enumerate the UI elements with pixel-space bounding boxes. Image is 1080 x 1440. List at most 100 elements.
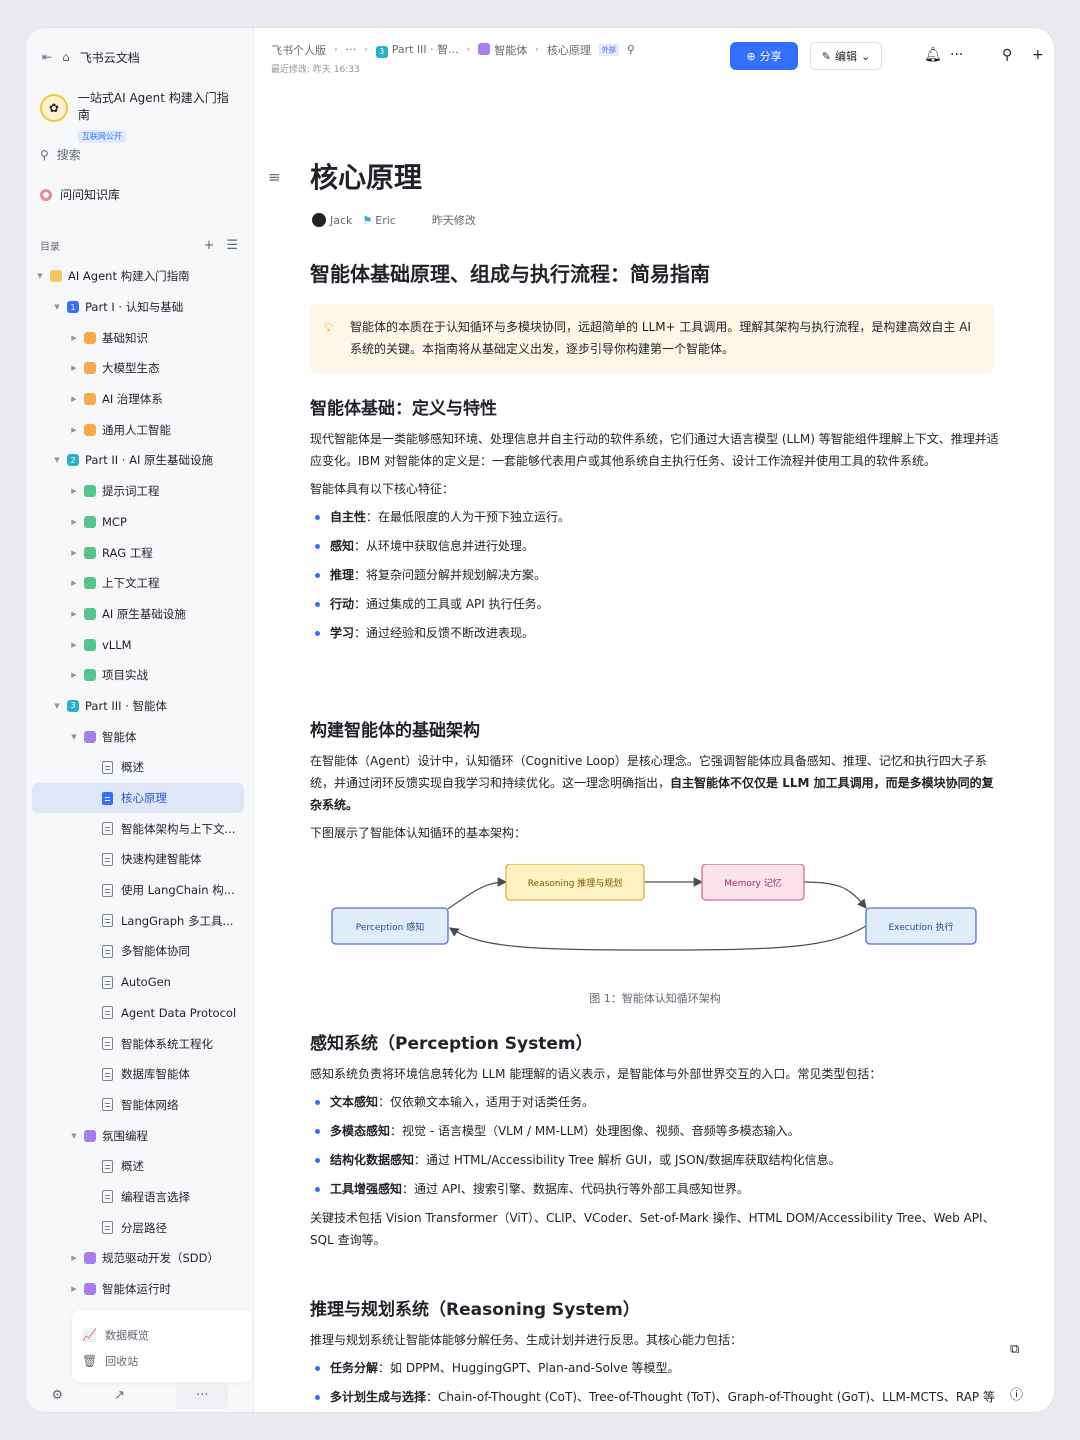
- trash-link[interactable]: 🗑 回收站: [82, 1348, 242, 1374]
- sidebar-tree-item[interactable]: ▶使用 LangChain 构...: [32, 875, 244, 906]
- sidebar-tree-item[interactable]: ▶LangGraph 多工具...: [32, 905, 244, 936]
- sidebar-tree-item[interactable]: ▶ 提示词工程: [32, 476, 244, 507]
- sidebar-search[interactable]: ⚲ 搜索: [40, 146, 81, 163]
- caret-right-icon[interactable]: ▶: [68, 395, 80, 403]
- sidebar-tree-item[interactable]: ▶ 上下文工程: [32, 568, 244, 599]
- crumb-ellipsis[interactable]: ···: [346, 43, 357, 56]
- avatar: [312, 213, 326, 227]
- sidebar-tree-item[interactable]: ▶编程语言选择: [32, 1182, 244, 1213]
- folder-badge-icon: 2: [67, 454, 79, 467]
- part3-badge: 3: [375, 46, 388, 58]
- caret-down-icon[interactable]: ▼: [68, 1132, 80, 1140]
- caret-right-icon[interactable]: ▶: [68, 426, 80, 434]
- crumb-agent[interactable]: 智能体: [478, 42, 527, 58]
- caret-right-icon[interactable]: ▶: [68, 641, 80, 649]
- folder-badge-icon: [84, 730, 96, 743]
- crumb-part3[interactable]: 3 Part III · 智...: [375, 41, 459, 58]
- caret-right-icon[interactable]: ▶: [68, 549, 80, 557]
- crumb-workspace[interactable]: 飞书个人版: [271, 42, 326, 58]
- sidebar-tree-item[interactable]: ▶ 通用人工智能: [32, 414, 244, 445]
- caret-down-icon[interactable]: ▼: [34, 272, 46, 280]
- sidebar-tree-item[interactable]: ▶ 规范驱动开发（SDD）: [32, 1243, 244, 1274]
- caret-right-icon[interactable]: ▶: [68, 610, 80, 618]
- pin-icon[interactable]: ⚲: [627, 43, 635, 56]
- caret-right-icon[interactable]: ▶: [68, 487, 80, 495]
- ask-knowledge-base[interactable]: 问问知识库: [40, 186, 120, 203]
- share-button[interactable]: ⊕ 分享: [730, 42, 798, 70]
- author-eric[interactable]: ⚑ Eric: [362, 214, 395, 227]
- paragraph: 智能体具有以下核心特征：: [310, 482, 455, 496]
- paragraph: 在智能体（Agent）设计中，认知循环（Cognitive Loop）是核心理念…: [310, 754, 994, 812]
- figure-caption: 图 1：智能体认知循环架构: [589, 992, 721, 1005]
- sidebar-tree-item[interactable]: ▶ vLLM: [32, 629, 244, 660]
- caret-right-icon[interactable]: ▶: [68, 518, 80, 526]
- sidebar-tree-item[interactable]: ▶多智能体协同: [32, 936, 244, 967]
- caret-down-icon[interactable]: ▼: [68, 733, 80, 741]
- arrow-feedback-loop: [449, 925, 867, 951]
- sidebar-tree-item[interactable]: ▶数据库智能体: [32, 1059, 244, 1090]
- sidebar-tree-item[interactable]: ▶Agent Data Protocol: [32, 998, 244, 1029]
- caret-right-icon[interactable]: ▶: [68, 334, 80, 342]
- sidebar-tree-item[interactable]: ▼ 2 Part II · AI 原生基础设施: [32, 445, 244, 476]
- sidebar-tree-item[interactable]: ▶ 基础知识: [32, 322, 244, 353]
- sidebar-tree-item[interactable]: ▼ 1 Part I · 认知与基础: [32, 292, 244, 323]
- bell-icon[interactable]: 🔔︎: [924, 47, 942, 63]
- sidebar-tree-item[interactable]: ▶智能体网络: [32, 1090, 244, 1121]
- sidebar-tree-item[interactable]: ▶概述: [32, 1151, 244, 1182]
- caret-right-icon[interactable]: ▶: [68, 579, 80, 587]
- add-icon[interactable]: +: [1032, 47, 1044, 63]
- list-item: 结构化数据感知：通过 HTML/Accessibility Tree 解析 GU…: [310, 1149, 1000, 1171]
- sidebar-tree-item[interactable]: ▼ 3 Part III · 智能体: [32, 691, 244, 722]
- caret-right-icon[interactable]: ▶: [68, 671, 80, 679]
- sidebar-tree-item[interactable]: ▶分层路径: [32, 1212, 244, 1243]
- caret-right-icon[interactable]: ▶: [68, 1285, 80, 1293]
- trash-icon: 🗑: [82, 1354, 98, 1368]
- sidebar-tree-item[interactable]: ▼ AI Agent 构建入门指南: [32, 261, 244, 292]
- add-page-icon[interactable]: +: [203, 238, 214, 253]
- sidebar-tree-item[interactable]: ▶ RAG 工程: [32, 537, 244, 568]
- sidebar-tree-item[interactable]: ▶ MCP: [32, 507, 244, 538]
- section-title: 智能体基础：定义与特性: [310, 399, 497, 419]
- app-name[interactable]: 飞书云文档: [80, 49, 140, 66]
- arrow-memory-to-execution: [803, 881, 867, 909]
- author-jack[interactable]: Jack: [312, 213, 352, 227]
- sidebar-tree-item[interactable]: ▼ 智能体: [32, 721, 244, 752]
- folder-badge-icon: [84, 669, 96, 682]
- data-overview-link[interactable]: 📈 数据概览: [82, 1322, 242, 1348]
- settings-icon[interactable]: ⚙: [52, 1388, 64, 1403]
- sidebar-tree-item[interactable]: ▶AutoGen: [32, 967, 244, 998]
- sidebar-tree-item[interactable]: ▶ 智能体运行时: [32, 1274, 244, 1305]
- sidebar-tree-item[interactable]: ▶ 大模型生态: [32, 353, 244, 384]
- more-options-icon[interactable]: ···: [950, 47, 963, 63]
- sidebar-tree-item[interactable]: ▼ 氛围编程: [32, 1120, 244, 1151]
- more-icon[interactable]: ···: [176, 1381, 229, 1409]
- caret-right-icon[interactable]: ▶: [68, 1254, 80, 1262]
- collapse-sidebar-icon[interactable]: ⇤: [42, 51, 52, 63]
- sidebar-tree-item[interactable]: ▶快速构建智能体: [32, 844, 244, 875]
- edit-button[interactable]: ✎ 编辑 ⌄: [810, 42, 882, 70]
- list-item-text: ：如 DPPM、HuggingGPT、Plan-and-Solve 等模型。: [378, 1361, 680, 1375]
- home-icon[interactable]: ⌂: [62, 51, 70, 63]
- sidebar-tree-item[interactable]: ▶核心原理: [32, 782, 244, 814]
- folder-badge-icon: 1: [67, 301, 79, 314]
- caret-down-icon[interactable]: ▼: [51, 303, 63, 311]
- toc-options-icon[interactable]: ☰: [226, 238, 238, 253]
- share-out-icon[interactable]: ↗: [114, 1388, 125, 1403]
- caret-right-icon[interactable]: ▶: [68, 364, 80, 372]
- tree-item-label: AI 治理体系: [102, 392, 163, 407]
- copy-link-icon[interactable]: ⧉: [1010, 1342, 1019, 1357]
- outline-icon[interactable]: ≡: [268, 168, 281, 186]
- search-icon[interactable]: ⚲: [1002, 47, 1012, 63]
- knowledge-base-card[interactable]: ✿ 一站式AI Agent 构建入门指南 互联网公开: [40, 90, 240, 143]
- sidebar-tree-item[interactable]: ▶智能体架构与上下文...: [32, 813, 244, 844]
- caret-down-icon[interactable]: ▼: [51, 456, 63, 464]
- sidebar-tree-item[interactable]: ▶ AI 治理体系: [32, 384, 244, 415]
- sidebar-tree-item[interactable]: ▶智能体系统工程化: [32, 1028, 244, 1059]
- caret-down-icon[interactable]: ▼: [51, 702, 63, 710]
- help-icon[interactable]: ⓘ: [1010, 1384, 1023, 1403]
- arrow-perception-to-reasoning: [447, 877, 508, 910]
- sidebar-tree-item[interactable]: ▶ AI 原生基础设施: [32, 599, 244, 630]
- folder-badge-icon: [84, 638, 96, 651]
- sidebar-tree-item[interactable]: ▶概述: [32, 752, 244, 783]
- sidebar-tree-item[interactable]: ▶ 项目实战: [32, 660, 244, 691]
